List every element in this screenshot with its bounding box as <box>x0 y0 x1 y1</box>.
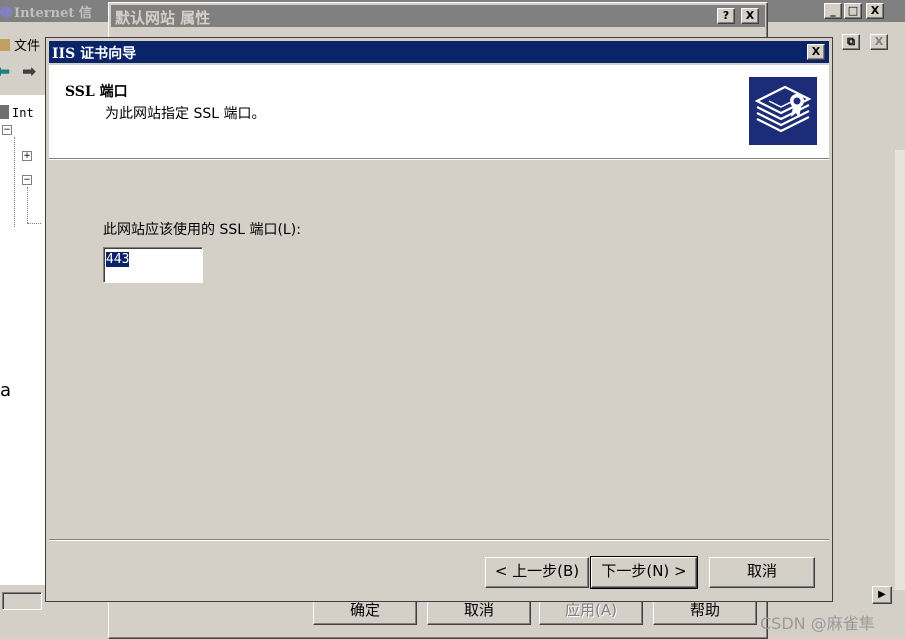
mmc-doc-icon <box>0 39 10 51</box>
wizard-cancel-label: 取消 <box>746 562 777 580</box>
menu-file[interactable]: 文件 <box>0 35 40 54</box>
clipped-text-fragment: a <box>0 380 12 401</box>
tree-line <box>27 223 41 224</box>
tree-expand-icon[interactable]: + <box>22 151 32 161</box>
ok-button[interactable]: 确定 <box>313 597 417 625</box>
forward-arrow-icon[interactable]: ➡ <box>22 62 36 82</box>
ok-button-label: 确定 <box>349 601 380 619</box>
wizard-header: SSL 端口 为此网站指定 SSL 端口。 <box>49 65 829 160</box>
wizard-subheading: 为此网站指定 SSL 端口。 <box>105 106 266 122</box>
iis-detail-pane <box>830 95 905 585</box>
iis-certificate-wizard: IIS 证书向导 X SSL 端口 为此网站指定 SSL 端口。 此网站应该使用… <box>45 37 833 602</box>
back-arrow-icon[interactable]: ⬅ <box>0 62 10 82</box>
minimize-icon[interactable]: _ <box>824 3 842 19</box>
tree-line <box>27 187 28 223</box>
wizard-heading: SSL 端口 <box>65 84 128 100</box>
wizard-titlebar: IIS 证书向导 X <box>49 41 829 63</box>
close-icon[interactable]: X <box>866 3 884 19</box>
back-button[interactable]: < 上一步(B) <box>485 557 589 588</box>
properties-titlebar: 默认网站 属性 ? X <box>111 5 765 27</box>
tree-root-label: Int <box>12 106 34 120</box>
menu-file-label: 文件 <box>14 39 41 54</box>
iis-detail-stripe <box>895 150 905 590</box>
certificate-icon <box>749 77 817 145</box>
ssl-port-value: 443 <box>106 252 130 267</box>
properties-cancel-button[interactable]: 取消 <box>427 597 531 625</box>
iis-app-icon <box>0 6 12 18</box>
tree-collapse-icon[interactable]: − <box>2 125 12 135</box>
iis-tree-pane: Int − + − <box>0 95 46 585</box>
tree-root[interactable]: Int <box>0 105 34 120</box>
properties-title: 默认网站 属性 <box>115 9 211 27</box>
wizard-body: 此网站应该使用的 SSL 端口(L): 443 <box>49 161 829 537</box>
csdn-watermark: CSDN @麻雀隼 <box>760 614 875 633</box>
computer-icon <box>0 105 9 119</box>
back-button-label: < 上一步(B) <box>494 562 580 580</box>
tree-collapse-icon[interactable]: − <box>22 175 32 185</box>
apply-button-label: 应用(A) <box>565 601 617 619</box>
tree-line <box>14 137 15 227</box>
iis-manager-title-text: Internet 信 <box>14 6 92 21</box>
maximize-icon[interactable]: □ <box>844 3 862 19</box>
properties-close-icon[interactable]: X <box>741 8 759 24</box>
help-button-label: 帮助 <box>689 601 720 619</box>
next-button[interactable]: 下一步(N) > <box>590 556 698 589</box>
iis-manager-title: Internet 信 <box>0 2 92 21</box>
apply-button[interactable]: 应用(A) <box>539 597 643 625</box>
ssl-port-input[interactable]: 443 <box>103 247 203 283</box>
wizard-separator <box>49 539 829 541</box>
help-icon[interactable]: ? <box>717 8 735 24</box>
iis-manager-caption-buttons: _ □ X ⧉ X <box>820 0 905 50</box>
status-cell <box>2 592 42 610</box>
next-button-label: 下一步(N) > <box>601 562 687 580</box>
help-button[interactable]: 帮助 <box>653 597 757 625</box>
wizard-close-icon[interactable]: X <box>807 44 825 60</box>
scroll-right-icon[interactable]: ▶ <box>872 586 892 604</box>
child-close-icon[interactable]: X <box>870 34 888 50</box>
restore-icon[interactable]: ⧉ <box>842 34 860 50</box>
wizard-title: IIS 证书向导 <box>52 46 137 62</box>
wizard-cancel-button[interactable]: 取消 <box>709 557 815 588</box>
properties-cancel-label: 取消 <box>463 601 494 619</box>
ssl-port-label: 此网站应该使用的 SSL 端口(L): <box>103 222 301 238</box>
